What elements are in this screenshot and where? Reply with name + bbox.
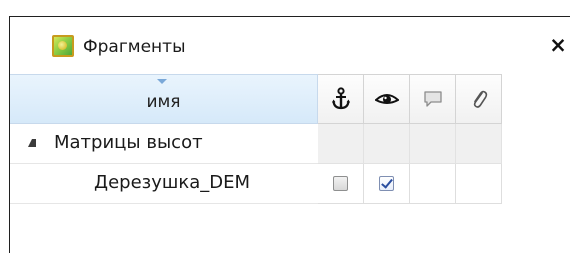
panel-title: Фрагменты [83,37,186,57]
column-header-name-label: имя [146,92,181,112]
item-comment-cell [410,164,456,204]
tree-group-row[interactable]: Матрицы высот [10,124,502,164]
anchor-checkbox[interactable] [333,176,348,191]
sort-arrow-icon [157,79,167,84]
item-anchor-cell [318,164,364,204]
column-header-attachment[interactable] [456,74,502,124]
group-label: Матрицы высот [54,132,203,153]
group-comment-cell [410,124,456,164]
item-label: Дерезушка_DEM [94,172,250,193]
column-header-name[interactable]: имя [10,74,318,124]
group-name-cell: Матрицы высот [10,124,318,164]
expand-arrow-icon[interactable] [28,139,36,147]
table-header: имя [10,74,502,124]
map-layers-icon [52,35,74,57]
item-visibility-cell [364,164,410,204]
fragments-table: имя Матрицы высот Дерезушка_DEM [10,74,570,253]
eye-icon [374,94,399,104]
group-attachment-cell [456,124,502,164]
group-anchor-cell [318,124,364,164]
item-attachment-cell [456,164,502,204]
close-button[interactable]: × [548,33,568,57]
column-header-anchor[interactable] [318,74,364,124]
comment-icon [423,91,442,107]
tree-item-row[interactable]: Дерезушка_DEM [10,164,502,204]
visibility-checkbox[interactable] [379,176,394,191]
column-header-visibility[interactable] [364,74,410,124]
fragments-panel: Фрагменты × имя Матрицы высот Дерезушка_… [9,16,570,253]
panel-title-bar: Фрагменты × [10,17,570,74]
anchor-icon [331,87,350,110]
column-header-comment[interactable] [410,74,456,124]
item-name-cell: Дерезушка_DEM [10,164,318,204]
paperclip-icon [473,90,487,108]
group-visibility-cell [364,124,410,164]
